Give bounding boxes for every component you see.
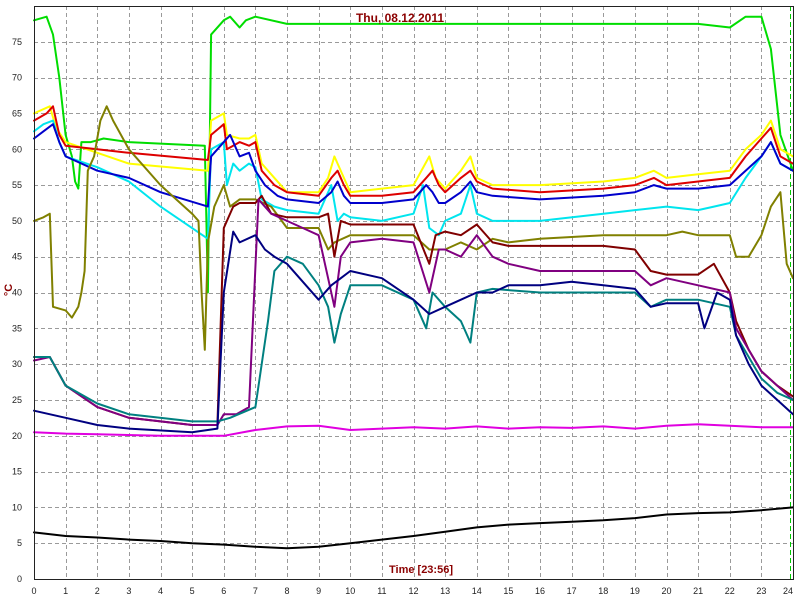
x-tick-label: 13 — [440, 586, 450, 596]
y-tick-label: 25 — [12, 395, 22, 405]
x-tick-label: 5 — [190, 586, 195, 596]
x-axis-label: Time [23:56] — [389, 564, 453, 576]
x-tick-label: 19 — [630, 586, 640, 596]
x-tick-label: 18 — [598, 586, 608, 596]
y-tick-label: 45 — [12, 252, 22, 262]
y-tick-label: 65 — [12, 108, 22, 118]
y-axis-label: °C — [3, 284, 15, 296]
x-tick-label: 23 — [756, 586, 766, 596]
y-tick-label: 30 — [12, 359, 22, 369]
x-tick-label: 21 — [693, 586, 703, 596]
y-tick-label: 10 — [12, 502, 22, 512]
x-tick-label: 4 — [158, 586, 163, 596]
y-tick-label: 75 — [12, 37, 22, 47]
x-tick-label: 8 — [284, 586, 289, 596]
y-tick-label: 70 — [12, 73, 22, 83]
y-tick-label: 50 — [12, 216, 22, 226]
y-tick-label: 0 — [17, 574, 22, 584]
x-tick-label: 0 — [31, 586, 36, 596]
y-tick-label: 20 — [12, 431, 22, 441]
x-tick-label: 3 — [126, 586, 131, 596]
x-tick-label: 12 — [408, 586, 418, 596]
chart-title: Thu, 08.12.2011 — [356, 11, 444, 25]
x-tick-label: 11 — [377, 586, 386, 596]
x-tick-label: 2 — [95, 586, 100, 596]
x-tick-label: 1 — [63, 586, 68, 596]
x-tick-label: 24 — [783, 586, 793, 596]
x-tick-label: 16 — [535, 586, 545, 596]
x-tick-label: 20 — [661, 586, 671, 596]
x-tick-label: 9 — [316, 586, 321, 596]
x-tick-label: 6 — [221, 586, 226, 596]
y-tick-label: 35 — [12, 323, 22, 333]
y-tick-label: 15 — [12, 467, 22, 477]
y-tick-label: 5 — [17, 538, 22, 548]
x-tick-label: 10 — [345, 586, 355, 596]
line-chart: 0 1 2 3 4 5 6 7 8 9 10 11 12 13 14 15 16 17 18 19 20 21 22 23 24… — [0, 0, 800, 600]
x-tick-label: 14 — [472, 586, 482, 596]
y-tick-label: 60 — [12, 144, 22, 154]
x-tick-label: 7 — [253, 586, 258, 596]
y-tick-label: 55 — [12, 180, 22, 190]
x-tick-label: 15 — [503, 586, 513, 596]
x-tick-label: 22 — [725, 586, 735, 596]
x-tick-label: 17 — [567, 586, 577, 596]
